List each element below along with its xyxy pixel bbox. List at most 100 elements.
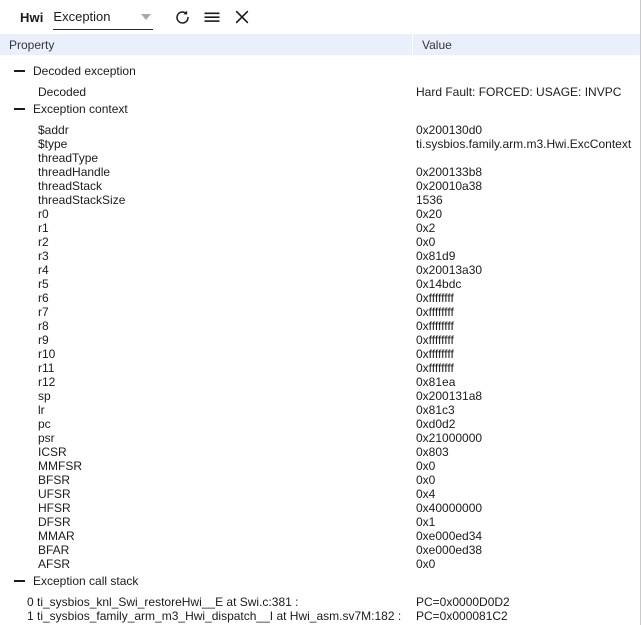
tree-row[interactable]: threadStack 0x20010a38 — [0, 179, 640, 193]
tree-row-value-label: 0xe000ed38 — [416, 543, 483, 557]
tree-row-property-label: r10 — [38, 347, 56, 361]
tree-row[interactable]: r11 0xffffffff — [0, 361, 640, 375]
tree-row[interactable]: threadStackSize 1536 — [0, 193, 640, 207]
tree-row-value-cell: 0xd0d2 — [413, 417, 640, 431]
tree-row-value-cell: 0x200130d0 — [413, 123, 640, 137]
tree-row-value-label: 0x2 — [416, 221, 436, 235]
close-icon — [234, 9, 250, 25]
minus-icon[interactable] — [8, 108, 30, 110]
tree-row-value-label: 0x40000000 — [416, 501, 483, 515]
tree-group-label: Exception call stack — [33, 574, 139, 588]
tree-row-value-label: 0x0 — [416, 235, 436, 249]
tree-row-property-label: 1 ti_sysbios_family_arm_m3_Hwi_dispatch_… — [27, 609, 402, 623]
tree-row-value-cell: 0x0 — [413, 459, 640, 473]
tree-row-value-cell: 0x81c3 — [413, 403, 640, 417]
tree-row[interactable]: $addr 0x200130d0 — [0, 123, 640, 137]
tree-group-row[interactable]: Exception call stack — [0, 571, 640, 591]
tree-row-property-cell: $addr — [0, 123, 413, 137]
tree-row-value-cell: 0xffffffff — [413, 333, 640, 347]
tree-row[interactable]: 1 ti_sysbios_family_arm_m3_Hwi_dispatch_… — [0, 609, 640, 623]
tree-row-property-cell: threadType — [0, 151, 413, 165]
tree-row[interactable]: BFAR 0xe000ed38 — [0, 543, 640, 557]
tree-row[interactable]: r0 0x20 — [0, 207, 640, 221]
tree-row-value-label: 0xffffffff — [416, 305, 454, 319]
minus-icon[interactable] — [8, 70, 30, 72]
tree-row-property-label: threadStack — [38, 179, 103, 193]
tree-row-value-label: PC=0x000081C2 — [416, 609, 508, 623]
tree-row[interactable]: Decoded Hard Fault: FORCED: USAGE: INVPC — [0, 85, 640, 99]
tree-row-value-label: 0xffffffff — [416, 347, 454, 361]
tree-row-value-label: 0x81d9 — [416, 249, 456, 263]
tree-row-property-label: r8 — [38, 319, 49, 333]
tree-row-value-cell: 1536 — [413, 193, 640, 207]
refresh-button[interactable] — [167, 3, 197, 31]
tree-row-value-label: 0x803 — [416, 445, 449, 459]
tree-row[interactable]: r1 0x2 — [0, 221, 640, 235]
column-header-value[interactable]: Value — [413, 34, 640, 56]
tree-row[interactable]: ICSR 0x803 — [0, 445, 640, 459]
tree-group-property-cell: Exception call stack — [0, 574, 413, 588]
tree-row-property-label: HFSR — [38, 501, 71, 515]
tree-row-value-cell: 0xffffffff — [413, 291, 640, 305]
tree-row-property-cell: 1 ti_sysbios_family_arm_m3_Hwi_dispatch_… — [0, 609, 413, 623]
tree-row-property-label: r4 — [38, 263, 49, 277]
tree-row[interactable]: r9 0xffffffff — [0, 333, 640, 347]
tree-row-property-label: r0 — [38, 207, 49, 221]
tree-group-row[interactable]: Decoded exception — [0, 61, 640, 81]
close-button[interactable] — [227, 3, 257, 31]
tree-row[interactable]: DFSR 0x1 — [0, 515, 640, 529]
tree-row[interactable]: 0 ti_sysbios_knl_Swi_restoreHwi__E at Sw… — [0, 595, 640, 609]
tree-row-value-cell: 0xffffffff — [413, 347, 640, 361]
chevron-down-icon — [141, 13, 152, 20]
tree-row[interactable]: threadType — [0, 151, 640, 165]
view-select[interactable]: Exception — [53, 5, 154, 30]
tree-row[interactable]: UFSR 0x4 — [0, 487, 640, 501]
hwi-exception-view: Hwi Exception Property Value Decoded exc… — [0, 0, 641, 625]
tree-row[interactable]: r8 0xffffffff — [0, 319, 640, 333]
tree-row[interactable]: AFSR 0x0 — [0, 557, 640, 571]
tree-row[interactable]: r2 0x0 — [0, 235, 640, 249]
tree-row[interactable]: BFSR 0x0 — [0, 473, 640, 487]
tree-row-value-cell: 0x20010a38 — [413, 179, 640, 193]
tree-row-value-cell — [413, 151, 640, 165]
tree-row-value-label: 0xffffffff — [416, 291, 454, 305]
tree-row-property-label: threadHandle — [38, 165, 111, 179]
tree-row[interactable]: MMFSR 0x0 — [0, 459, 640, 473]
tree-row[interactable]: MMAR 0xe000ed34 — [0, 529, 640, 543]
tree-row-property-label: $addr — [38, 123, 69, 137]
menu-button[interactable] — [197, 3, 227, 31]
tree-row[interactable]: threadHandle 0x200133b8 — [0, 165, 640, 179]
tree-row-value-cell: 0x81ea — [413, 375, 640, 389]
tree-row[interactable]: r10 0xffffffff — [0, 347, 640, 361]
tree-row-value-label: PC=0x0000D0D2 — [416, 595, 510, 609]
tree-row[interactable]: lr 0x81c3 — [0, 403, 640, 417]
column-header-property[interactable]: Property — [0, 33, 413, 56]
tree-row[interactable]: r4 0x20013a30 — [0, 263, 640, 277]
tree-row[interactable]: r5 0x14bdc — [0, 277, 640, 291]
tree-row-value-cell: 0x81d9 — [413, 249, 640, 263]
tree-row-property-cell: MMAR — [0, 529, 413, 543]
tree-row[interactable]: r6 0xffffffff — [0, 291, 640, 305]
tree-row[interactable]: r12 0x81ea — [0, 375, 640, 389]
tree-row-property-cell: sp — [0, 389, 413, 403]
tree-row[interactable]: pc 0xd0d2 — [0, 417, 640, 431]
tree-row[interactable]: r7 0xffffffff — [0, 305, 640, 319]
tree-group-row[interactable]: Exception context — [0, 99, 640, 119]
tree-row-property-cell: lr — [0, 403, 413, 417]
tree-row-property-label: BFSR — [38, 473, 71, 487]
minus-icon[interactable] — [8, 580, 30, 582]
tree-row-property-cell: r3 — [0, 249, 413, 263]
tree-row-property-label: r12 — [38, 375, 56, 389]
tree-row[interactable]: psr 0x21000000 — [0, 431, 640, 445]
tree-row[interactable]: $type ti.sysbios.family.arm.m3.Hwi.ExcCon… — [0, 137, 640, 151]
tree-row-value-cell: 0xffffffff — [413, 319, 640, 333]
tree-row-property-label: Decoded — [38, 85, 87, 99]
tree-row-value-label: 0x200131a8 — [416, 389, 483, 403]
tree-row[interactable]: r3 0x81d9 — [0, 249, 640, 263]
tree-row-property-cell: r2 — [0, 235, 413, 249]
tree-row-property-cell: $type — [0, 137, 413, 151]
tree-row-value-cell: Hard Fault: FORCED: USAGE: INVPC — [413, 85, 640, 99]
tree-row[interactable]: sp 0x200131a8 — [0, 389, 640, 403]
tree-row-value-label: 0x81c3 — [416, 403, 455, 417]
tree-row[interactable]: HFSR 0x40000000 — [0, 501, 640, 515]
